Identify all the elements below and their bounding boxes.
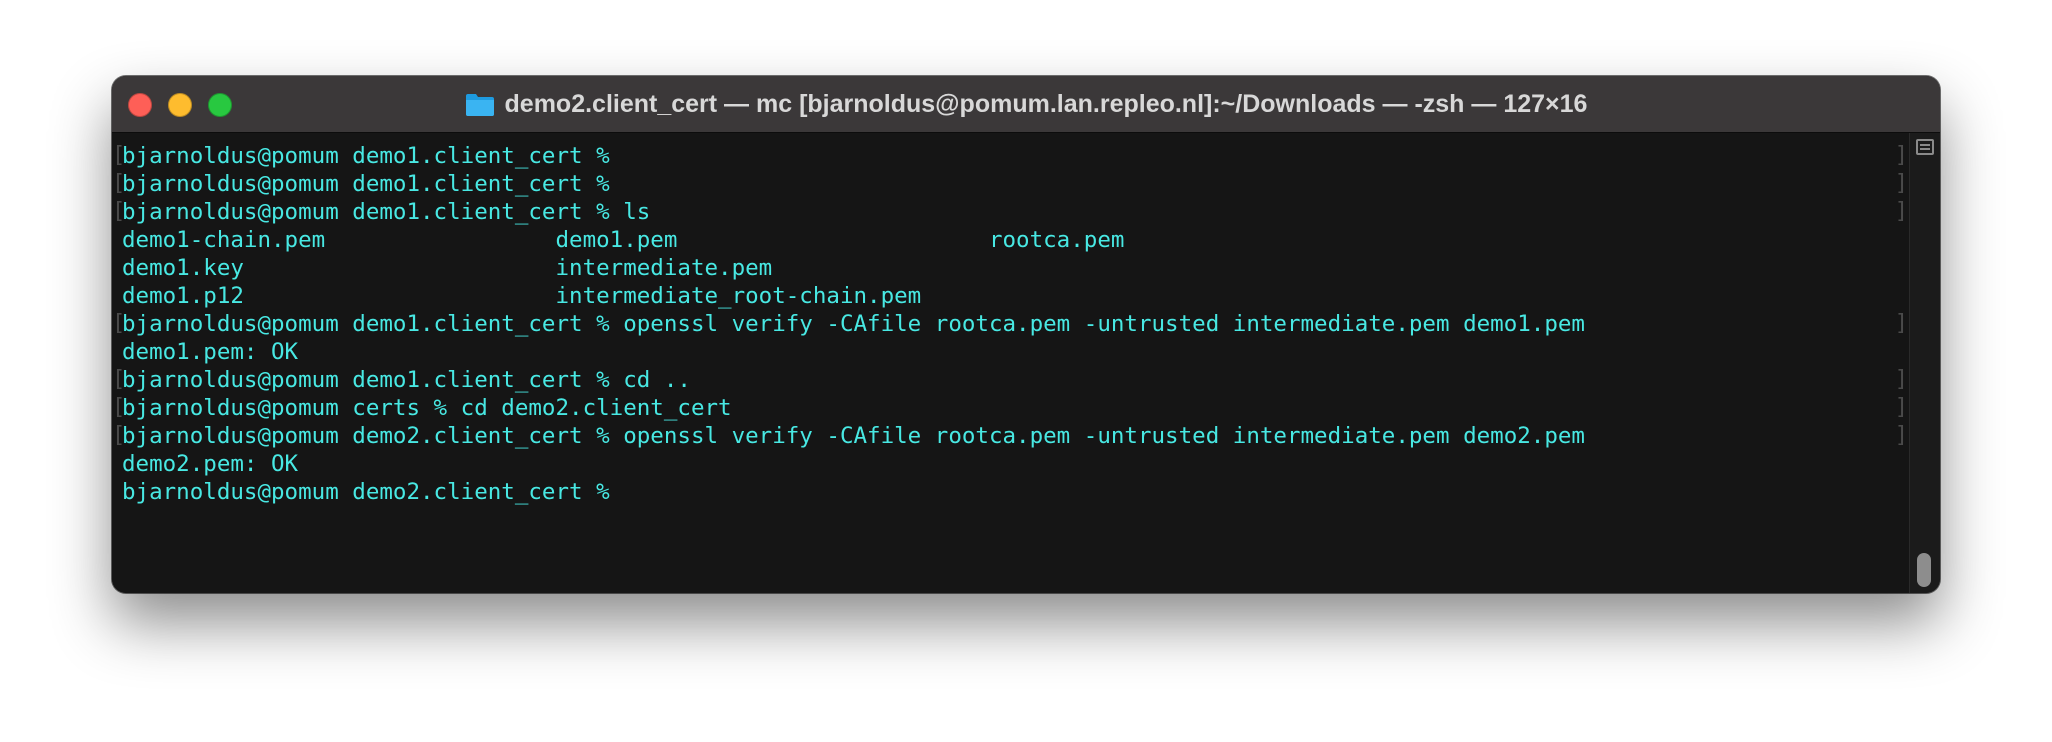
window-title: demo2.client_cert — mc [bjarnoldus@pomum…: [504, 89, 1588, 118]
line-marker-right: ]: [1894, 311, 1908, 336]
split-pane-icon[interactable]: [1916, 139, 1934, 155]
terminal-line: bjarnoldus@pomum demo2.client_cert %: [112, 478, 1910, 506]
title-bar[interactable]: demo2.client_cert — mc [bjarnoldus@pomum…: [112, 76, 1940, 133]
line-marker-right: ]: [1894, 199, 1908, 224]
terminal-line: [] bjarnoldus@pomum demo1.client_cert %: [112, 142, 1910, 170]
terminal-line-text: bjarnoldus@pomum demo1.client_cert %: [122, 171, 610, 197]
folder-icon: [465, 92, 495, 117]
terminal-line: demo1.pem: OK: [112, 338, 1910, 366]
terminal-line: demo1.key intermediate.pem: [112, 254, 1910, 282]
line-marker-right: ]: [1894, 395, 1908, 420]
terminal-line-text: bjarnoldus@pomum demo2.client_cert % ope…: [122, 423, 1585, 449]
terminal-line-text: bjarnoldus@pomum demo1.client_cert %: [122, 143, 610, 169]
terminal-line: [] bjarnoldus@pomum demo1.client_cert % l…: [112, 198, 1910, 226]
terminal-line-text: bjarnoldus@pomum demo1.client_cert % cd …: [122, 367, 691, 393]
terminal-line-text: bjarnoldus@pomum demo1.client_cert % ope…: [122, 311, 1585, 337]
terminal-line-text: demo2.pem: OK: [122, 451, 299, 477]
scrollbar[interactable]: [1909, 133, 1940, 593]
terminal-line: demo2.pem: OK: [112, 450, 1910, 478]
scrollbar-thumb[interactable]: [1917, 553, 1931, 587]
terminal-line-text: bjarnoldus@pomum certs % cd demo2.client…: [122, 395, 732, 421]
line-marker-right: ]: [1894, 423, 1908, 448]
terminal-line: [] bjarnoldus@pomum certs % cd demo2.clie…: [112, 394, 1910, 422]
terminal-line-text: bjarnoldus@pomum demo1.client_cert % ls: [122, 199, 651, 225]
terminal-line: [] bjarnoldus@pomum demo1.client_cert % o…: [112, 310, 1910, 338]
terminal-line-text: demo1.p12 intermediate_root-chain.pem: [122, 283, 922, 309]
window-title-container: demo2.client_cert — mc [bjarnoldus@pomum…: [112, 76, 1940, 132]
terminal-line-text: demo1-chain.pem demo1.pem rootca.pem: [122, 227, 1125, 253]
terminal-output[interactable]: [] bjarnoldus@pomum demo1.client_cert %[]…: [112, 133, 1910, 593]
terminal-window: demo2.client_cert — mc [bjarnoldus@pomum…: [112, 76, 1940, 593]
terminal-line-text: bjarnoldus@pomum demo2.client_cert %: [122, 479, 610, 505]
terminal-line: [] bjarnoldus@pomum demo1.client_cert % c…: [112, 366, 1910, 394]
line-marker-right: ]: [1894, 171, 1908, 196]
terminal-line-text: demo1.key intermediate.pem: [122, 255, 773, 281]
terminal-line-text: demo1.pem: OK: [122, 339, 299, 365]
terminal-line: [] bjarnoldus@pomum demo1.client_cert %: [112, 170, 1910, 198]
terminal-line: [] bjarnoldus@pomum demo2.client_cert % o…: [112, 422, 1910, 450]
line-marker-right: ]: [1894, 143, 1908, 168]
terminal-line: demo1.p12 intermediate_root-chain.pem: [112, 282, 1910, 310]
terminal-line: demo1-chain.pem demo1.pem rootca.pem: [112, 226, 1910, 254]
line-marker-right: ]: [1894, 367, 1908, 392]
